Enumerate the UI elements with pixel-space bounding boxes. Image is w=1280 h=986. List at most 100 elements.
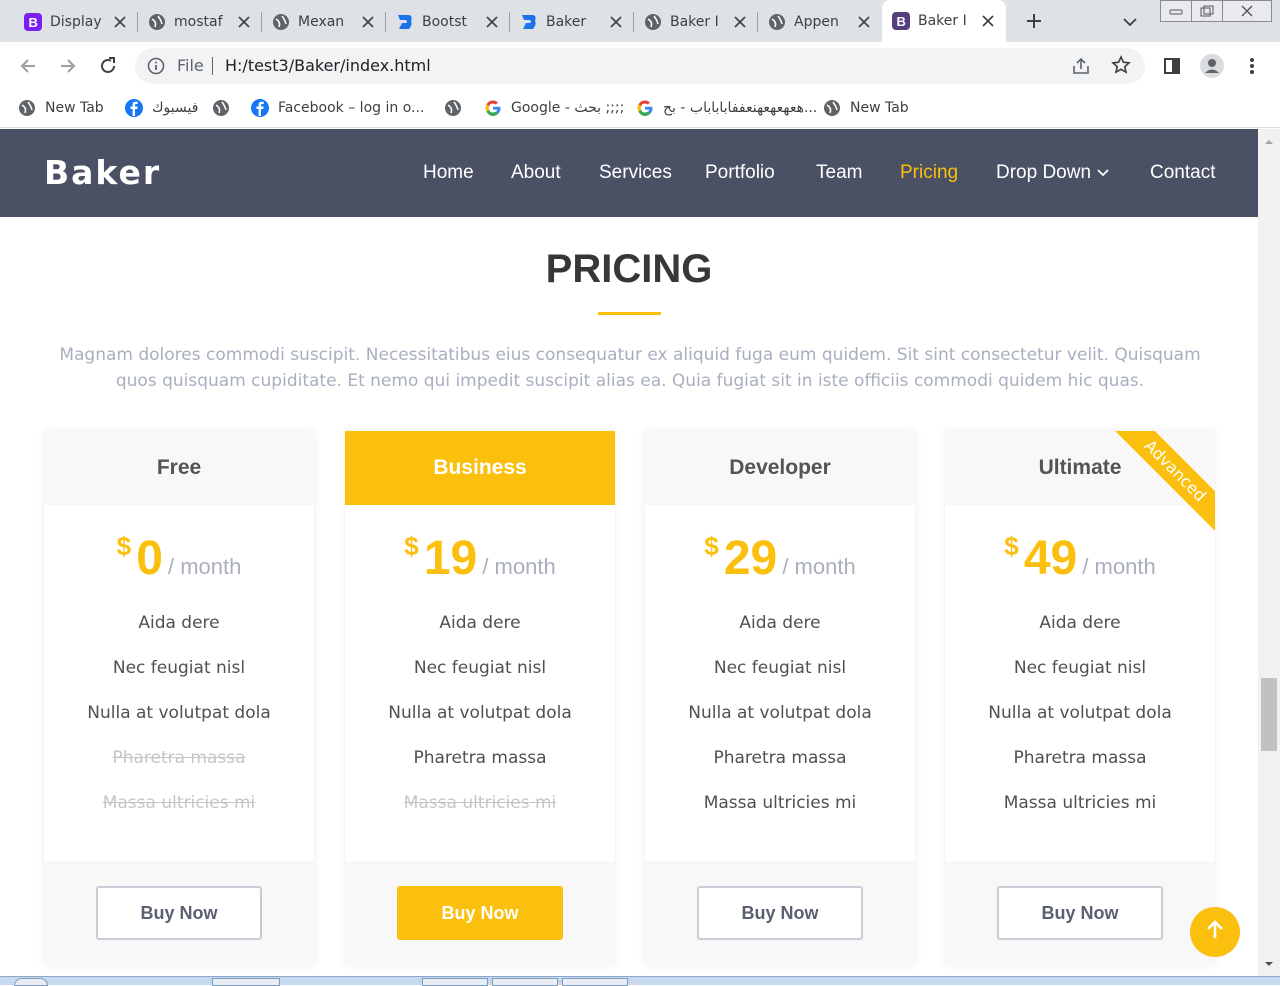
scroll-up-icon[interactable] xyxy=(1264,137,1274,147)
chevron-down-icon[interactable] xyxy=(1120,12,1140,32)
close-icon[interactable] xyxy=(484,14,500,30)
bookmarks-bar: New Tab فيسبوك Facebook – log in o... Go… xyxy=(0,90,1280,128)
minimize-button[interactable] xyxy=(1160,0,1192,22)
browser-tab[interactable]: mostaf xyxy=(138,2,262,42)
page-viewport: Baker Home About Services Portfolio Team… xyxy=(0,129,1258,976)
bookmark-item[interactable] xyxy=(212,98,239,118)
plan-price: $ 29 / month xyxy=(645,531,915,586)
plan-name: Developer xyxy=(645,431,915,505)
nav-contact[interactable]: Contact xyxy=(1150,162,1215,184)
browser-tab[interactable]: B Display xyxy=(14,2,138,42)
browser-tab[interactable]: Baker xyxy=(510,2,634,42)
star-icon[interactable] xyxy=(1111,55,1131,75)
browser-tab[interactable]: Appen xyxy=(758,2,882,42)
close-icon[interactable] xyxy=(360,14,376,30)
share-icon[interactable] xyxy=(1071,56,1091,76)
bookmark-item[interactable]: Google - بحث ;;;; xyxy=(484,98,624,118)
forward-button[interactable] xyxy=(54,52,82,80)
back-to-top-button[interactable] xyxy=(1190,907,1240,957)
page-scrollbar[interactable] xyxy=(1258,129,1280,976)
address-bar[interactable]: File H:/test3/Baker/index.html xyxy=(135,48,1145,84)
feature-item: Aida dere xyxy=(138,613,220,633)
new-tab-button[interactable] xyxy=(1022,9,1046,33)
menu-kebab-icon[interactable] xyxy=(1240,54,1264,78)
pricing-card-developer: Developer $ 29 / month Aida dere Nec feu… xyxy=(645,431,915,965)
browser-tab-active[interactable]: B Baker I xyxy=(882,0,1006,42)
back-button[interactable] xyxy=(14,52,42,80)
currency-symbol: $ xyxy=(404,531,419,561)
card-footer: Buy Now xyxy=(345,861,615,965)
price-amount: 19 xyxy=(423,532,478,585)
plan-price: $ 0 / month xyxy=(44,531,314,586)
close-window-button[interactable] xyxy=(1222,0,1272,22)
buy-now-button[interactable]: Buy Now xyxy=(96,886,262,940)
bookmark-item[interactable]: Facebook – log in o... xyxy=(251,98,424,118)
nav-home[interactable]: Home xyxy=(423,162,474,184)
feature-item: Nec feugiat nisl xyxy=(713,658,847,678)
nav-pricing[interactable]: Pricing xyxy=(900,162,958,184)
price-period: / month xyxy=(167,554,242,579)
feature-list: Aida dere Nec feugiat nisl Nulla at volu… xyxy=(945,606,1215,831)
bookmark-item[interactable]: New Tab xyxy=(823,98,909,118)
pricing-card-free: Free $ 0 / month Aida dere Nec feugiat n… xyxy=(44,431,314,965)
buy-now-button[interactable]: Buy Now xyxy=(997,886,1163,940)
feature-list: Aida dere Nec feugiat nisl Nulla at volu… xyxy=(44,606,314,831)
scrollbar-thumb[interactable] xyxy=(1261,678,1277,751)
feature-item: Pharetra massa xyxy=(713,748,847,768)
bookmark-item[interactable]: فيسبوك xyxy=(125,98,198,118)
browser-tab[interactable]: Bootst xyxy=(386,2,510,42)
url-text[interactable]: H:/test3/Baker/index.html xyxy=(225,56,431,75)
nav-team[interactable]: Team xyxy=(816,162,862,184)
pricing-card-business: Business $ 19 / month Aida dere Nec feug… xyxy=(345,431,615,965)
price-amount: 49 xyxy=(1023,532,1078,585)
feature-item: Massa ultricies mi xyxy=(1003,793,1157,813)
browser-tab[interactable]: Mexan xyxy=(262,2,386,42)
scroll-down-icon[interactable] xyxy=(1264,959,1274,969)
feature-list: Aida dere Nec feugiat nisl Nulla at volu… xyxy=(645,606,915,831)
close-icon[interactable] xyxy=(856,14,872,30)
nav-about[interactable]: About xyxy=(511,162,561,184)
feature-item: Nulla at volutpat dola xyxy=(388,703,572,723)
feature-item: Nulla at volutpat dola xyxy=(87,703,271,723)
tab-strip: B Display mostaf Mexan Bootst Baker Bake… xyxy=(0,0,1280,42)
feature-item: Aida dere xyxy=(439,613,521,633)
close-icon[interactable] xyxy=(236,14,252,30)
close-icon[interactable] xyxy=(112,14,128,30)
bookmark-item[interactable]: New Tab xyxy=(18,98,104,118)
globe-icon xyxy=(444,99,462,117)
google-icon xyxy=(484,99,502,117)
sidebar-icon[interactable] xyxy=(1160,54,1184,78)
facebook-icon xyxy=(251,99,269,117)
price-amount: 0 xyxy=(136,532,163,585)
feature-item: Nulla at volutpat dola xyxy=(988,703,1172,723)
reload-button[interactable] xyxy=(94,52,122,80)
bookmark-item[interactable]: هعهعهعهنعففاباباباب - بح... xyxy=(636,98,817,118)
site-logo[interactable]: Baker xyxy=(44,153,161,192)
browser-tab[interactable]: Baker I xyxy=(634,2,758,42)
buy-now-button[interactable]: Buy Now xyxy=(397,886,563,940)
feature-item: Aida dere xyxy=(1039,613,1121,633)
bookmark-item[interactable] xyxy=(444,98,471,118)
price-period: / month xyxy=(1082,554,1156,579)
currency-symbol: $ xyxy=(1004,531,1019,561)
globe-icon xyxy=(148,13,166,31)
close-icon[interactable] xyxy=(732,14,748,30)
nav-portfolio[interactable]: Portfolio xyxy=(705,162,775,184)
bootstrap-icon: B xyxy=(892,12,910,30)
bootstrapmade-icon xyxy=(396,13,414,31)
feature-item: Nulla at volutpat dola xyxy=(688,703,872,723)
nav-services[interactable]: Services xyxy=(599,162,672,184)
close-icon[interactable] xyxy=(980,13,996,29)
pricing-card-ultimate: Ultimate Advanced $ 49 / month Aida dere… xyxy=(945,431,1215,965)
plan-name: Free xyxy=(44,431,314,505)
maximize-button[interactable] xyxy=(1191,0,1223,22)
nav-drop-down[interactable]: Drop Down xyxy=(996,162,1110,184)
profile-avatar-icon[interactable] xyxy=(1200,54,1224,78)
globe-icon xyxy=(644,13,662,31)
title-underline xyxy=(598,312,661,315)
buy-now-button[interactable]: Buy Now xyxy=(697,886,863,940)
price-period: / month xyxy=(782,554,856,579)
price-amount: 29 xyxy=(723,532,778,585)
info-icon[interactable] xyxy=(147,57,165,75)
close-icon[interactable] xyxy=(608,14,624,30)
